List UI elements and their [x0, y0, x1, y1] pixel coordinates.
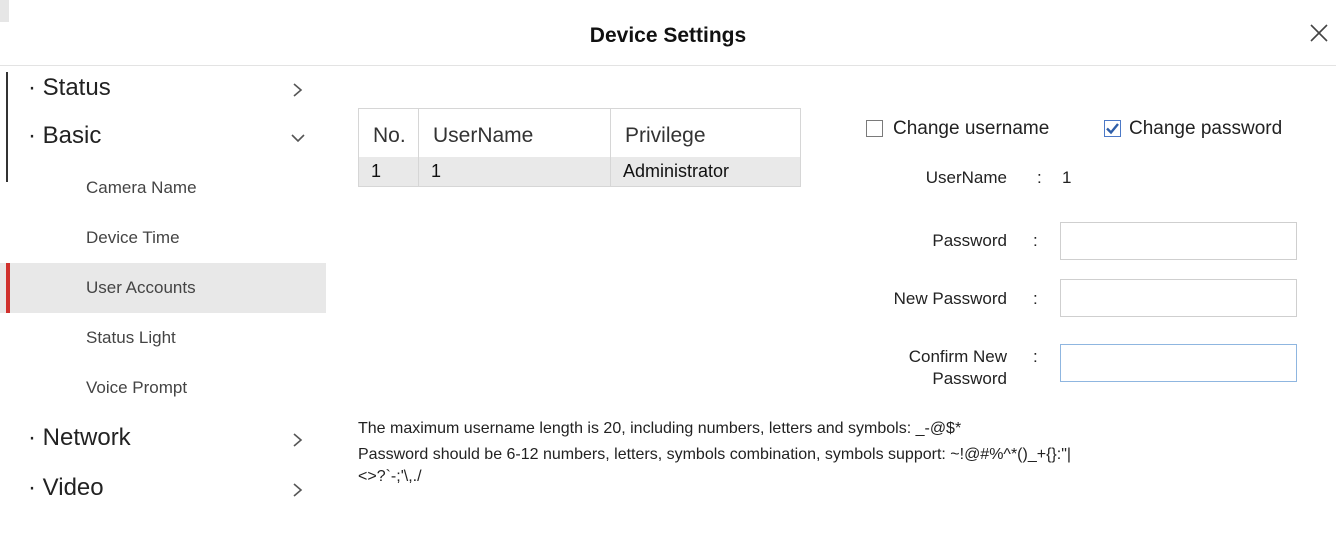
checkmark-icon [1106, 123, 1119, 135]
change-username-checkbox[interactable] [866, 120, 883, 137]
cell-no: 1 [358, 156, 419, 187]
confirm-password-label-line1: Confirm New [908, 347, 1007, 366]
sidebar-item-label: Voice Prompt [86, 378, 188, 397]
sidebar-section-label: · Network [28, 424, 131, 451]
chevron-right-icon [293, 483, 303, 497]
settings-sidebar: · Status · Basic Camera Name Device Time… [0, 67, 326, 535]
sidebar-section-label: · Video [28, 474, 104, 501]
window-edge [0, 0, 9, 22]
username-value: 1 [1062, 168, 1072, 187]
sidebar-section-label: · Status [28, 74, 111, 101]
sidebar-item-user-accounts[interactable]: User Accounts [0, 263, 326, 313]
cell-username: 1 [418, 156, 611, 187]
column-header-no: No. [358, 108, 419, 157]
table-header-row: No. UserName Privilege [358, 108, 801, 157]
title-bar: Device Settings [0, 0, 1336, 66]
colon: : [1037, 168, 1042, 187]
password-rule-note-line1: Password should be 6-12 numbers, letters… [358, 446, 1072, 463]
column-header-privilege: Privilege [610, 108, 801, 157]
sidebar-item-label: Device Time [86, 228, 180, 247]
sidebar-item-label: Camera Name [86, 178, 197, 197]
sidebar-item-voice-prompt[interactable]: Voice Prompt [0, 363, 326, 413]
confirm-password-label-line2: Password [932, 369, 1007, 388]
change-username-label: Change username [893, 118, 1050, 139]
confirm-password-input[interactable] [1060, 344, 1297, 382]
sidebar-section-label: · Basic [28, 122, 102, 149]
chevron-right-icon [293, 433, 303, 447]
chevron-right-icon [293, 83, 303, 97]
new-password-label: New Password [893, 289, 1007, 308]
username-rule-note: The maximum username length is 20, inclu… [358, 420, 962, 437]
password-rule-note-line2: <>?`-;'\,./ [358, 468, 422, 485]
colon: : [1033, 347, 1038, 366]
new-password-input[interactable] [1060, 279, 1297, 317]
sidebar-item-label: User Accounts [86, 278, 196, 297]
table-row[interactable]: 1 1 Administrator [358, 156, 801, 187]
sidebar-item-label: Status Light [86, 328, 176, 347]
password-input[interactable] [1060, 222, 1297, 260]
sidebar-section-video[interactable]: · Video [0, 467, 326, 515]
sidebar-section-status[interactable]: · Status [0, 67, 326, 115]
sidebar-item-status-light[interactable]: Status Light [0, 313, 326, 363]
window-title: Device Settings [589, 24, 747, 47]
sidebar-edge-line [6, 72, 8, 182]
sidebar-section-network[interactable]: · Network [0, 417, 326, 465]
change-password-label: Change password [1129, 118, 1283, 139]
sidebar-section-basic[interactable]: · Basic [0, 115, 326, 163]
colon: : [1033, 289, 1038, 308]
sidebar-item-device-time[interactable]: Device Time [0, 213, 326, 263]
chevron-down-icon [291, 134, 305, 143]
cell-privilege: Administrator [610, 156, 801, 187]
colon: : [1033, 231, 1038, 250]
username-label: UserName [925, 168, 1007, 187]
user-accounts-table: No. UserName Privilege 1 1 Administrator [358, 108, 801, 187]
close-icon[interactable] [1306, 20, 1332, 46]
password-label: Password [932, 231, 1007, 250]
sidebar-item-camera-name[interactable]: Camera Name [0, 163, 326, 213]
column-header-username: UserName [418, 108, 611, 157]
change-password-checkbox[interactable] [1104, 120, 1121, 137]
